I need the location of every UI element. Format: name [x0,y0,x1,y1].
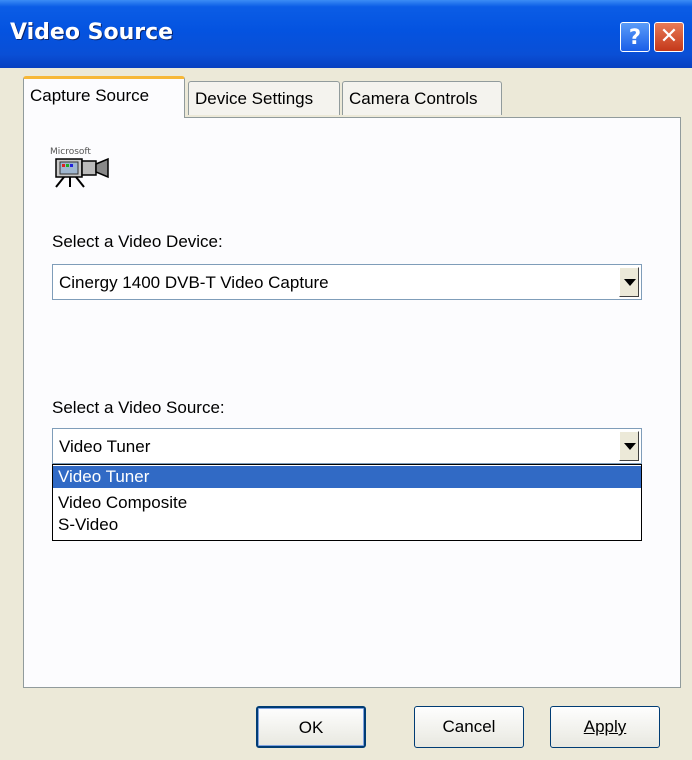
tab-capture-source[interactable]: Capture Source [23,76,185,118]
dropdown-option-s-video[interactable]: S-Video [53,514,641,536]
chevron-down-icon [624,279,636,286]
video-source-dropdown-list: Video Tuner Video Composite S-Video [52,464,642,541]
video-device-dropdown-button[interactable] [619,267,639,297]
video-device-value: Cinergy 1400 DVB-T Video Capture [59,273,329,292]
help-button[interactable]: ? [620,22,650,52]
close-button[interactable]: ✕ [654,22,684,52]
dropdown-option-video-composite[interactable]: Video Composite [53,492,641,514]
apply-button-label: Apply [583,717,627,736]
chevron-down-icon [624,443,636,450]
apply-button[interactable]: Apply [550,706,660,748]
microsoft-brand-text: Microsoft [50,147,91,157]
video-source-label: Select a Video Source: [52,398,225,417]
tab-camera-controls[interactable]: Camera Controls [342,81,502,115]
dropdown-option-video-tuner[interactable]: Video Tuner [53,466,641,488]
video-source-dropdown-button[interactable] [619,431,639,461]
ok-button[interactable]: OK [256,706,366,748]
video-device-select[interactable]: Cinergy 1400 DVB-T Video Capture [52,264,642,300]
video-source-value: Video Tuner [59,437,151,456]
title-bar[interactable]: Video Source ? ✕ [0,0,692,68]
cancel-button[interactable]: Cancel [414,706,524,748]
video-device-label: Select a Video Device: [52,232,223,251]
window-title: Video Source [10,20,174,45]
video-camera-icon: Microsoft [50,147,109,188]
tab-device-settings[interactable]: Device Settings [188,81,340,115]
video-source-select[interactable]: Video Tuner [52,428,642,464]
